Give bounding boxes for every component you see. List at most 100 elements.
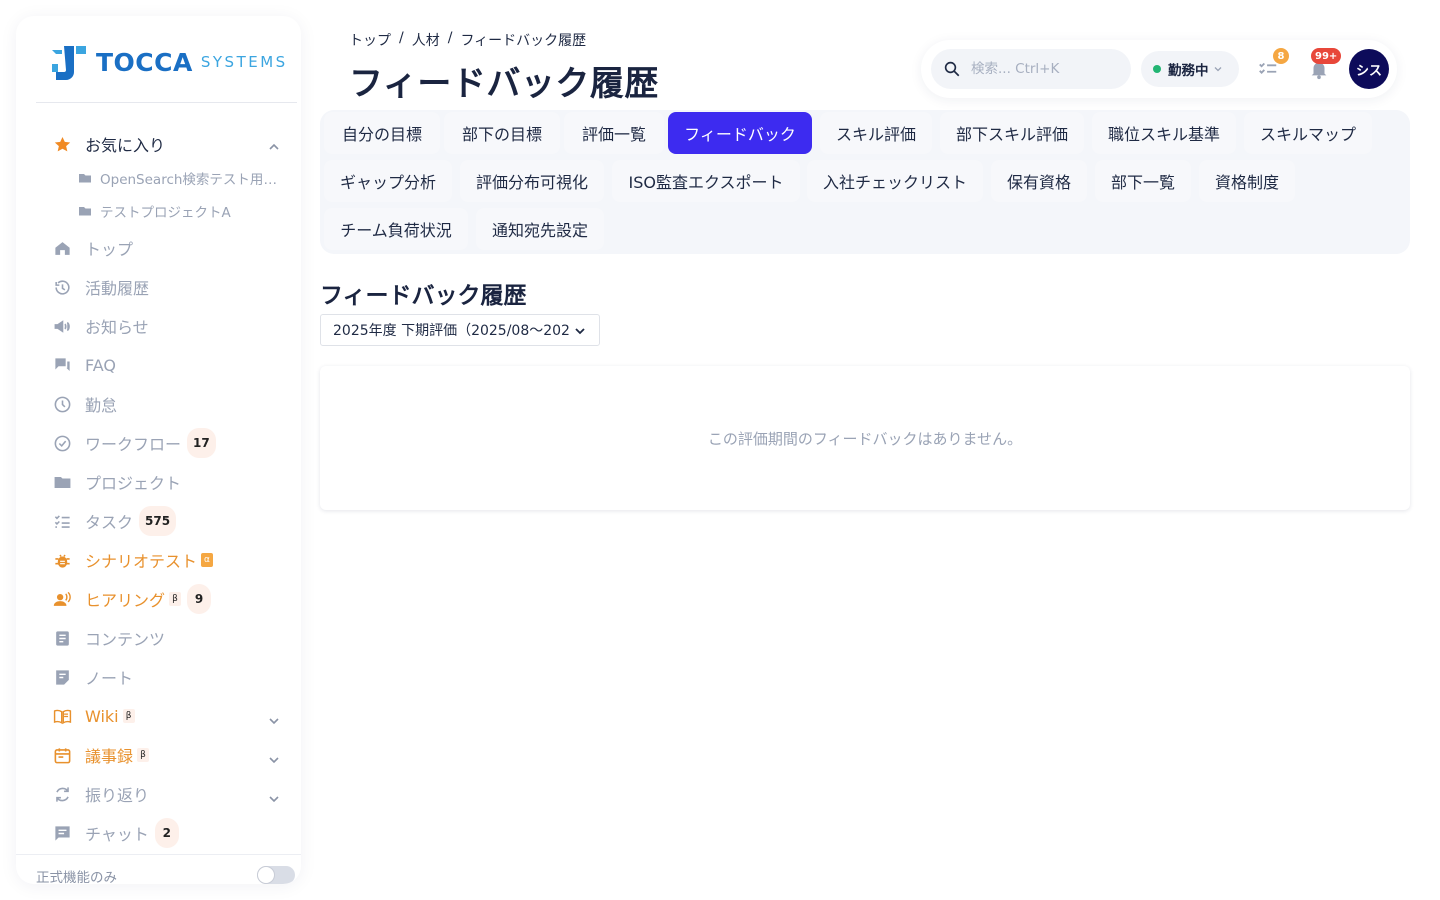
chevron-up-icon[interactable]: [267, 140, 281, 154]
tab-subordinate-list[interactable]: 部下一覧: [1095, 160, 1191, 202]
tocca-logo-icon: [52, 46, 86, 80]
tab-evaluation-distribution[interactable]: 評価分布可視化: [460, 160, 604, 202]
sidebar-item-label: FAQ: [85, 355, 116, 375]
search-input[interactable]: [971, 61, 1111, 77]
breadcrumb-separator: /: [447, 30, 453, 46]
user-avatar[interactable]: シス: [1349, 49, 1389, 89]
work-status-dropdown[interactable]: 勤務中: [1141, 51, 1239, 87]
tab-skill-evaluation[interactable]: スキル評価: [820, 112, 932, 154]
sidebar-item-retrospective[interactable]: 振り返り: [52, 780, 149, 808]
brand-name: TOCCA: [96, 47, 193, 77]
breadcrumb-item-top[interactable]: トップ: [349, 30, 391, 50]
sidebar-item-label: シナリオテスト: [85, 552, 198, 571]
sidebar-item-faq[interactable]: FAQ: [52, 351, 116, 379]
tab-my-goals[interactable]: 自分の目標: [324, 112, 440, 154]
period-select[interactable]: 2025年度 下期評価（2025/08〜2026/01）: [320, 314, 600, 346]
tasks-count-badge: 8: [1273, 48, 1289, 64]
feedback-list-card: この評価期間のフィードバックはありません。: [320, 366, 1410, 510]
chat-icon: [52, 823, 72, 843]
official-only-label: 正式機能のみ: [36, 870, 117, 884]
favorite-item-test-project-a[interactable]: テストプロジェクトA: [78, 200, 288, 222]
tasks-count-badge: 575: [139, 506, 177, 536]
sidebar-item-contents[interactable]: コンテンツ: [52, 624, 165, 652]
sidebar-item-label: 議事録: [85, 747, 134, 766]
favorite-item-opensearch[interactable]: OpenSearch検索テスト用プロジェクト: [78, 167, 288, 189]
section-title: フィードバック履歴: [320, 283, 527, 309]
sidebar-item-attendance[interactable]: 勤怠: [52, 390, 117, 418]
sidebar-item-wiki[interactable]: Wiki β: [52, 702, 135, 730]
bug-icon: [52, 550, 72, 570]
empty-message: この評価期間のフィードバックはありません。: [707, 429, 1023, 448]
favorite-item-label: テストプロジェクトA: [100, 205, 231, 221]
search-box[interactable]: [931, 49, 1131, 89]
chevron-down-icon[interactable]: [267, 792, 281, 806]
sidebar-item-label: ノート: [85, 669, 134, 688]
sidebar-item-label: トップ: [85, 240, 134, 259]
sidebar-item-scenario-test[interactable]: シナリオテスト α: [52, 546, 214, 574]
chevron-down-icon[interactable]: [267, 753, 281, 767]
sidebar-item-label: 振り返り: [85, 786, 150, 805]
sidebar-item-label: ヒアリング: [85, 591, 166, 610]
beta-tag: β: [122, 709, 135, 723]
breadcrumb-item-talent[interactable]: 人材: [412, 30, 440, 50]
chevron-down-icon: [1214, 67, 1221, 72]
tab-iso-audit-export[interactable]: ISO監査エクスポート: [612, 160, 800, 202]
sidebar-item-chat[interactable]: チャット 2: [52, 818, 179, 848]
beta-tag: β: [137, 748, 150, 762]
tab-subordinate-goals[interactable]: 部下の目標: [444, 112, 560, 154]
sidebar-item-label: タスク: [85, 513, 134, 532]
clock-icon: [52, 394, 72, 414]
sidebar-item-notes[interactable]: ノート: [52, 663, 133, 691]
beta-tag: β: [169, 592, 182, 606]
sidebar-item-tasks[interactable]: タスク 575: [52, 506, 177, 536]
sidebar-favorites-label: お気に入り: [85, 136, 166, 155]
hearing-count-badge: 9: [187, 584, 212, 614]
tab-team-workload[interactable]: チーム負荷状況: [324, 208, 468, 250]
sidebar-item-top[interactable]: トップ: [52, 234, 133, 262]
sidebar-item-minutes[interactable]: 議事録 β: [52, 741, 150, 769]
chevron-down-icon[interactable]: [267, 714, 281, 728]
official-only-toggle[interactable]: [257, 866, 295, 884]
tab-evaluation-list[interactable]: 評価一覧: [564, 112, 664, 154]
forum-icon: [52, 355, 72, 375]
tab-skill-map[interactable]: スキルマップ: [1244, 112, 1372, 154]
brand-logo[interactable]: TOCCA SYSTEMS: [48, 42, 288, 82]
sidebar-item-projects[interactable]: プロジェクト: [52, 468, 181, 496]
sidebar-item-label: Wiki: [85, 706, 119, 726]
sidebar-item-announcements[interactable]: お知らせ: [52, 312, 149, 340]
folder-icon: [78, 171, 92, 185]
sidebar-item-workflow[interactable]: ワークフロー 17: [52, 428, 216, 458]
divider: [16, 854, 301, 855]
divider: [36, 102, 297, 103]
favorite-item-label: OpenSearch検索テスト用プロジェクト: [100, 172, 288, 188]
alpha-tag: α: [201, 553, 214, 567]
sidebar-favorites[interactable]: お気に入り: [52, 130, 165, 158]
tab-notification-recipients[interactable]: 通知宛先設定: [476, 208, 604, 250]
sidebar-item-activity[interactable]: 活動履歴: [52, 273, 149, 301]
sidebar-item-label: ワークフロー: [85, 435, 182, 454]
book-open-icon: [52, 706, 72, 726]
checklist-icon: [52, 511, 72, 531]
tab-gap-analysis[interactable]: ギャップ分析: [324, 160, 452, 202]
top-toolbar: 勤務中 8 99+ シス: [921, 40, 1397, 98]
chat-count-badge: 2: [154, 818, 179, 848]
tab-onboarding-checklist[interactable]: 入社チェックリスト: [807, 160, 983, 202]
folder-icon: [78, 204, 92, 218]
work-status-label: 勤務中: [1168, 63, 1209, 79]
tab-feedback[interactable]: フィードバック: [668, 112, 812, 154]
note-icon: [52, 667, 72, 687]
status-dot: [1153, 65, 1161, 73]
tab-position-skill-standards[interactable]: 職位スキル基準: [1092, 112, 1236, 154]
home-icon: [52, 238, 72, 258]
megaphone-icon: [52, 316, 72, 336]
sidebar-item-hearing[interactable]: ヒアリング β 9: [52, 584, 212, 614]
sidebar-item-label: 勤怠: [85, 396, 118, 415]
chevron-down-icon: [575, 328, 585, 335]
tab-certifications[interactable]: 保有資格: [991, 160, 1087, 202]
speaking-person-icon: [52, 589, 72, 609]
sidebar-item-label: 活動履歴: [85, 279, 150, 298]
sidebar-item-label: お知らせ: [85, 318, 149, 337]
tab-certification-system[interactable]: 資格制度: [1199, 160, 1295, 202]
period-select-value: 2025年度 下期評価（2025/08〜2026/01）: [333, 323, 569, 339]
tab-subordinate-skill-evaluation[interactable]: 部下スキル評価: [940, 112, 1084, 154]
